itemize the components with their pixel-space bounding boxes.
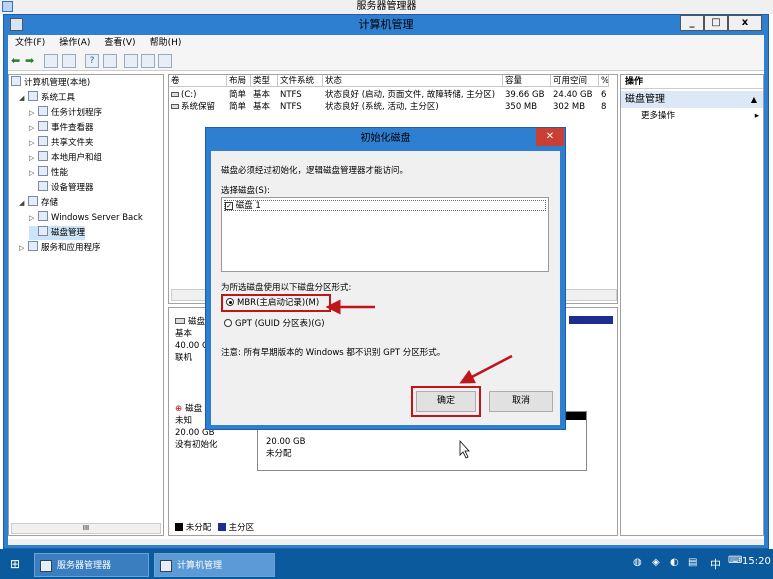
- arrow-to-ok: [459, 354, 513, 384]
- start-windows-icon[interactable]: ⊞: [10, 557, 20, 571]
- taskbar-computer-management[interactable]: 计算机管理: [154, 553, 275, 577]
- tray-volume-icon[interactable]: ◐: [670, 557, 679, 568]
- mouse-cursor-icon: [459, 439, 470, 459]
- tray-keyboard-icon[interactable]: ⌨: [728, 555, 742, 566]
- taskbar-server-manager[interactable]: 服务器管理器: [34, 553, 149, 577]
- taskbar-item-label: 服务器管理器: [57, 561, 112, 571]
- tray-shield-icon[interactable]: ◈: [652, 557, 660, 568]
- tray-network-icon[interactable]: ◍: [633, 557, 642, 568]
- annotation-arrows: [325, 299, 513, 459]
- taskbar-clock[interactable]: 15:20: [742, 556, 771, 567]
- computer-management-icon: [160, 560, 172, 572]
- taskbar: ⊞ 服务器管理器 计算机管理 ◍ ◈ ◐ ▤ 中 ⌨ 15:20: [0, 549, 773, 579]
- taskbar-item-label: 计算机管理: [177, 561, 223, 571]
- server-manager-icon: [40, 560, 52, 572]
- tray-ime[interactable]: 中: [710, 556, 721, 572]
- tray-display-icon[interactable]: ▤: [688, 557, 697, 568]
